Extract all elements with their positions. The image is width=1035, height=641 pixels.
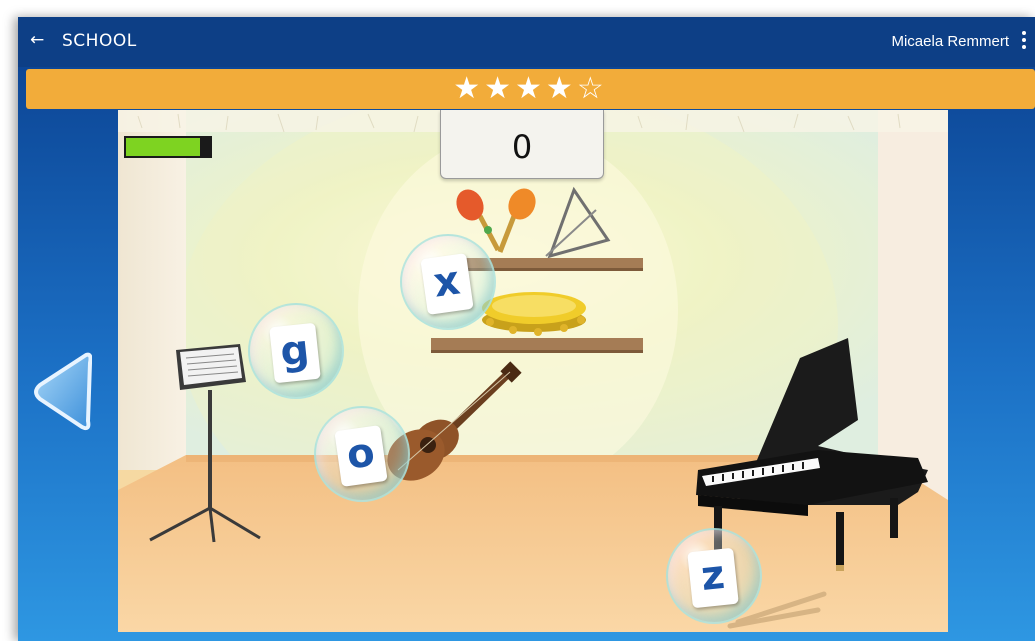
timer-fill (126, 138, 200, 156)
page-title: SCHOOL (62, 31, 137, 51)
letter-card-o: o (334, 425, 388, 487)
bubble-letter-g[interactable]: g (248, 303, 344, 399)
stage-scene (118, 110, 948, 632)
bubble-letter-z[interactable]: z (666, 528, 762, 624)
left-arrow-icon[interactable] (32, 349, 92, 435)
right-wall (878, 110, 948, 510)
user-name: Micaela Remmert (891, 33, 1009, 50)
shelf-bottom-edge (431, 350, 643, 353)
app-frame: ← SCHOOL Micaela Remmert ★★★★☆ 0 x g o z (18, 17, 1035, 641)
left-wall (118, 110, 186, 470)
bubble-letter-x[interactable]: x (400, 234, 496, 330)
kebab-menu-icon[interactable] (1019, 31, 1029, 53)
star-rating: ★★★★☆ (453, 71, 608, 106)
back-arrow-icon[interactable]: ← (30, 30, 50, 50)
timer-bar (124, 136, 212, 158)
letter-card-z: z (687, 547, 739, 609)
score-panel: 0 (440, 110, 604, 179)
star-rating-bar: ★★★★☆ (26, 69, 1035, 109)
letter-card-x: x (420, 253, 474, 315)
game-stage: 0 x g o z (118, 110, 948, 632)
top-bar: ← SCHOOL Micaela Remmert (18, 17, 1035, 67)
bubble-letter-o[interactable]: o (314, 406, 410, 502)
shelf-bottom (431, 338, 643, 350)
letter-card-g: g (269, 322, 321, 384)
score-value: 0 (511, 128, 533, 166)
